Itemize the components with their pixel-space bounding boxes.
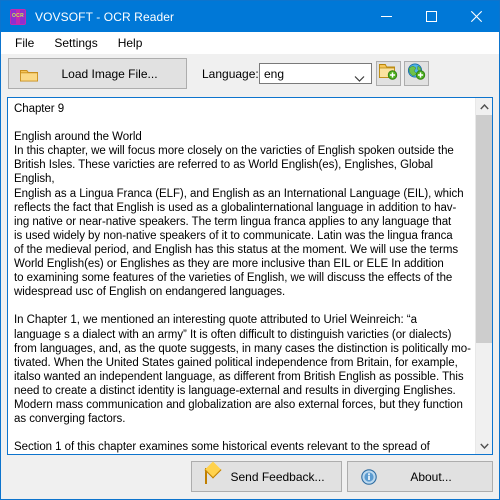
menu-bar: File Settings Help: [1, 32, 499, 54]
window-controls: [364, 1, 499, 32]
send-feedback-label: Send Feedback...: [230, 469, 325, 484]
text-blank-line: [14, 426, 471, 440]
title-bar: OCR VOVSOFT - OCR Reader: [1, 1, 499, 32]
text-paragraph: In Chapter 1, we mentioned an interestin…: [14, 314, 471, 426]
chevron-down-icon: [354, 70, 365, 88]
vertical-scrollbar[interactable]: [475, 98, 492, 454]
folder-add-icon: [379, 63, 398, 85]
language-select-value: eng: [264, 66, 285, 81]
text-paragraph: English around the World In this chapter…: [14, 131, 464, 299]
maximize-icon[interactable]: [409, 1, 454, 32]
add-local-language-button[interactable]: [376, 61, 401, 86]
download-language-button[interactable]: [404, 61, 429, 86]
app-icon-label: OCR: [11, 13, 24, 19]
close-icon[interactable]: [454, 1, 499, 32]
minimize-icon[interactable]: [364, 1, 409, 32]
bottom-bar: Send Feedback... About...: [2, 456, 498, 498]
ocr-text-panel[interactable]: Chapter 9 English around the World In th…: [7, 97, 493, 455]
scrollbar-thumb[interactable]: [476, 115, 492, 343]
menu-item-file[interactable]: File: [6, 34, 43, 52]
window-title: VOVSOFT - OCR Reader: [35, 9, 175, 24]
ocr-text-content[interactable]: Chapter 9 English around the World In th…: [8, 98, 475, 454]
ocr-app-icon: OCR: [10, 8, 26, 25]
about-button[interactable]: About...: [347, 461, 493, 492]
language-label: Language:: [202, 67, 259, 81]
send-feedback-button[interactable]: Send Feedback...: [191, 461, 342, 492]
app-window: OCR VOVSOFT - OCR Reader File Settings H…: [0, 0, 500, 500]
text-paragraph: Chapter 9: [14, 103, 65, 115]
scroll-up-icon[interactable]: [476, 98, 492, 115]
menu-item-help[interactable]: Help: [109, 34, 152, 52]
language-select[interactable]: eng: [259, 63, 372, 84]
text-blank-line: [14, 116, 471, 130]
load-image-file-button[interactable]: Load Image File...: [8, 58, 187, 89]
about-label: About...: [410, 469, 452, 484]
text-blank-line: [14, 299, 471, 313]
menu-item-settings[interactable]: Settings: [45, 34, 106, 52]
load-image-file-label: Load Image File...: [61, 66, 158, 81]
scroll-down-icon[interactable]: [476, 437, 492, 454]
globe-add-icon: [407, 62, 426, 85]
text-paragraph: Section 1 of this chapter examines some …: [14, 441, 430, 454]
